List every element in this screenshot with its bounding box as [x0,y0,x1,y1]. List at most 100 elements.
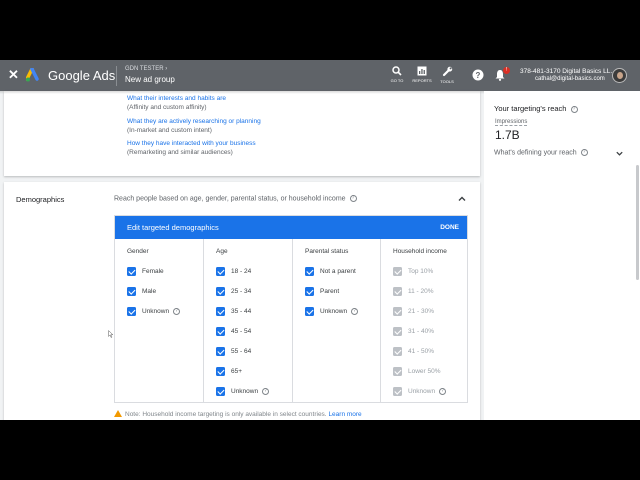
reach-title: Your targeting's reach ? [494,104,578,113]
help-circle-icon: ? [438,388,446,395]
help-circle-icon[interactable]: ? [261,388,269,395]
option-label: Not a parent [320,268,356,275]
checkbox-checked-icon[interactable] [305,287,314,296]
svg-text:?: ? [476,71,481,80]
option-label: 41 - 50% [408,348,435,355]
demographics-card: Demographics Reach people based on age, … [4,182,480,420]
audience-link-interacted[interactable]: How they have interacted with your busin… [127,140,256,147]
google-ads-logo-icon [26,68,39,82]
edit-panel-header: Edit targeted demographics DONE [115,216,467,239]
option-label: Lower 50% [408,368,441,375]
help-circle-icon[interactable]: ? [172,308,180,315]
audience-sub-inmarket: (In-market and custom intent) [127,127,212,134]
option-label: 21 - 30% [408,308,435,315]
age-column: Age 18 - 24 25 - 34 35 - 44 45 - 54 55 -… [204,239,293,402]
app-screen: ✕ Google Ads GDN TESTER › New ad group G… [0,60,640,420]
help-circle-icon[interactable]: ? [350,308,358,315]
checkbox-disabled-icon [393,347,402,356]
column-header-gender: Gender [127,248,149,255]
option-label: Male [142,288,157,295]
checkbox-disabled-icon [393,287,402,296]
household-income-column: Household income Top 10% 11 - 20% 21 - 3… [381,239,467,402]
audience-link-researching[interactable]: What they are actively researching or pl… [127,118,261,125]
demographics-title: Demographics [16,195,65,204]
checkbox-disabled-icon [393,267,402,276]
option-label: 31 - 40% [408,328,435,335]
breadcrumb-parent[interactable]: GDN TESTER › [125,66,167,72]
avatar[interactable] [612,68,627,83]
reach-panel: Your targeting's reach ? Impressions 1.7… [484,91,640,420]
checkbox-checked-icon[interactable] [127,267,136,276]
checkbox-checked-icon[interactable] [216,267,225,276]
wrench-icon [442,66,452,77]
mouse-cursor-icon [108,330,114,338]
option-label: Unknown ? [408,388,446,395]
option-label: Unknown ? [320,308,358,315]
help-circle-icon[interactable]: ? [580,149,588,156]
impressions-value: 1.7B [495,128,520,142]
notification-badge: ! [503,67,510,74]
option-label: Unknown ? [231,388,269,395]
checkbox-disabled-icon [393,367,402,376]
chevron-up-icon[interactable] [457,194,467,204]
option-label: 55 - 64 [231,348,252,355]
checkbox-checked-icon[interactable] [216,287,225,296]
chevron-down-icon[interactable] [615,149,624,158]
checkbox-checked-icon[interactable] [216,327,225,336]
gender-column: Gender Female Male Unknown ? [115,239,204,402]
parental-status-column: Parental status Not a parent Parent Unkn… [293,239,381,402]
audience-sub-remarketing: (Remarketing and similar audiences) [127,149,233,156]
checkbox-checked-icon[interactable] [127,287,136,296]
done-button[interactable]: DONE [440,224,459,231]
edit-panel-title: Edit targeted demographics [127,223,219,232]
edit-demographics-panel: Edit targeted demographics DONE Gender F… [114,215,468,403]
breadcrumb-current: New ad group [125,75,175,84]
defining-reach-label[interactable]: What's defining your reach ? [494,149,588,156]
account-email[interactable]: cathal@digital-basics.com [535,76,605,82]
impressions-label[interactable]: Impressions [495,119,528,126]
column-header-age: Age [216,248,228,255]
help-circle-icon[interactable]: ? [349,195,357,202]
reports-button[interactable]: REPORTS [410,65,434,87]
option-label: 18 - 24 [231,268,252,275]
help-circle-icon[interactable]: ? [570,105,578,113]
option-label: 25 - 34 [231,288,252,295]
tools-label: TOOLS [440,79,454,84]
option-label: Top 10% [408,268,434,275]
goto-button[interactable]: GO TO [385,65,409,87]
goto-label: GO TO [390,78,404,83]
checkbox-checked-icon[interactable] [305,307,314,316]
brand-name: Google Ads [48,68,116,83]
checkbox-disabled-icon [393,387,402,396]
audience-link-interests[interactable]: What their interests and habits are [127,95,226,102]
search-icon [392,66,402,76]
reports-label: REPORTS [412,78,432,83]
checkbox-checked-icon[interactable] [216,387,225,396]
checkbox-checked-icon[interactable] [127,307,136,316]
warning-icon [114,410,122,417]
close-icon[interactable]: ✕ [8,68,20,82]
demographics-description: Reach people based on age, gender, paren… [114,195,357,202]
audiences-card: What their interests and habits are (Aff… [4,91,480,176]
tools-button[interactable]: TOOLS [435,65,459,87]
option-label: 35 - 44 [231,308,252,315]
option-label: 45 - 54 [231,328,252,335]
income-note: Note: Household income targeting is only… [114,410,362,418]
checkbox-checked-icon[interactable] [216,367,225,376]
learn-more-link[interactable]: Learn more [328,411,361,418]
checkbox-checked-icon[interactable] [216,307,225,316]
top-app-bar: ✕ Google Ads GDN TESTER › New ad group G… [0,60,640,91]
audience-sub-affinity: (Affinity and custom affinity) [127,104,207,111]
scrollbar-thumb[interactable] [636,165,639,280]
option-label: Female [142,268,164,275]
option-label: 11 - 20% [408,288,434,295]
checkbox-checked-icon[interactable] [216,347,225,356]
checkbox-checked-icon[interactable] [305,267,314,276]
option-label: Unknown ? [142,308,180,315]
help-icon[interactable]: ? [472,69,484,81]
option-label: Parent [320,288,340,295]
column-header-household-income: Household income [393,248,447,255]
column-header-parental-status: Parental status [305,248,349,255]
account-id[interactable]: 378-481-3170 Digital Basics LL... [520,68,616,75]
topbar-divider [116,66,117,86]
